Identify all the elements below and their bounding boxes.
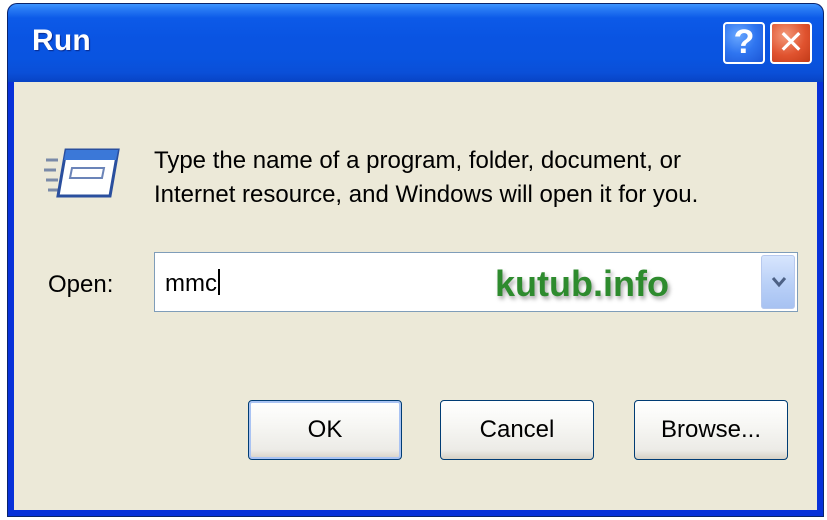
browse-button[interactable]: Browse... [634, 400, 788, 460]
run-dialog: Run ? ✕ Type the name of a program, fold… [8, 4, 823, 516]
open-input[interactable]: mmc [165, 269, 220, 298]
run-program-icon [44, 144, 124, 202]
open-label: Open: [48, 271, 114, 298]
description-line-1: Type the name of a program, folder, docu… [154, 147, 681, 174]
title-bar[interactable]: Run ? ✕ [8, 4, 823, 82]
watermark-text: kutub.info [495, 263, 669, 304]
text-cursor [217, 269, 220, 295]
open-combobox[interactable]: mmc kutub.info [154, 252, 798, 312]
dialog-description: Type the name of a program, folder, docu… [154, 144, 794, 212]
description-line-2: Internet resource, and Windows will open… [154, 181, 699, 208]
ok-button[interactable]: OK [248, 400, 402, 460]
cancel-button[interactable]: Cancel [440, 400, 594, 460]
close-button[interactable]: ✕ [770, 22, 812, 64]
dropdown-button[interactable] [761, 255, 795, 309]
chevron-down-icon [771, 277, 787, 288]
dialog-body: Type the name of a program, folder, docu… [14, 82, 817, 510]
window-title: Run [32, 24, 91, 57]
help-button[interactable]: ? [723, 22, 765, 64]
open-input-value: mmc [165, 270, 217, 297]
